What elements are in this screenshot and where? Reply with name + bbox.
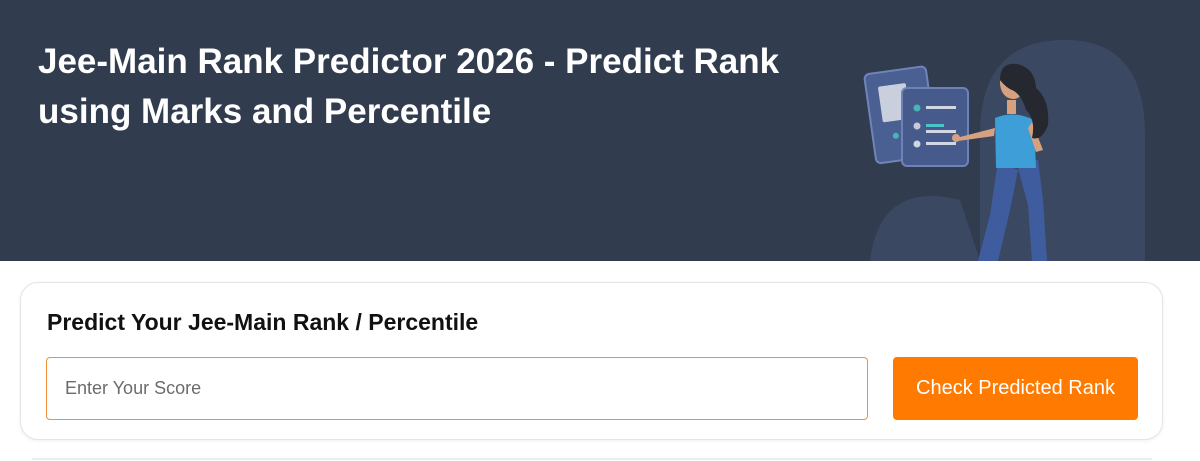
person-with-documents-icon <box>863 40 1145 261</box>
score-input[interactable] <box>46 357 868 420</box>
page-title: Jee-Main Rank Predictor 2026 - Predict R… <box>38 42 780 131</box>
rank-predictor-card: Predict Your Jee-Main Rank / Percentile … <box>20 282 1163 440</box>
hero-banner: Jee-Main Rank Predictor 2026 - Predict R… <box>0 0 1200 261</box>
check-predicted-rank-button[interactable]: Check Predicted Rank <box>893 357 1138 420</box>
divider <box>32 458 1152 460</box>
predictor-title: Predict Your Jee-Main Rank / Percentile <box>47 309 479 335</box>
